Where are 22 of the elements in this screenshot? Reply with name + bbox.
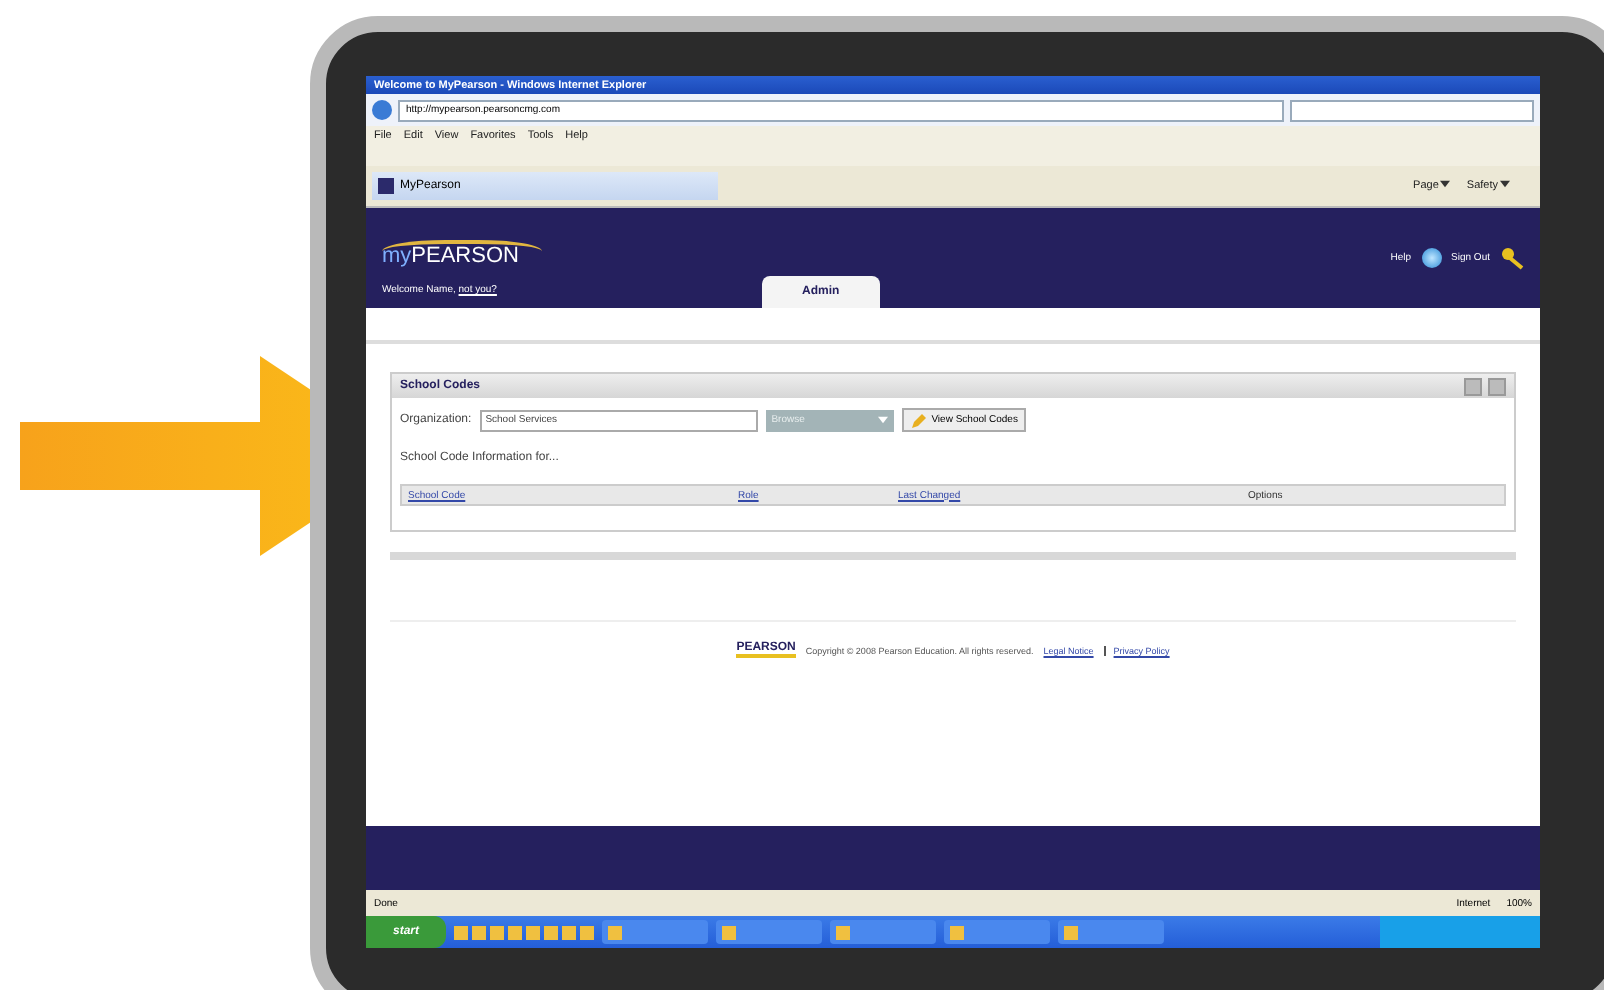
print-icon[interactable] [1488,377,1506,395]
taskbar-button[interactable] [1058,920,1164,944]
search-field[interactable] [1290,99,1534,121]
caret-icon [1500,180,1510,188]
taskbar-button[interactable] [944,920,1050,944]
pencil-icon [909,411,928,429]
back-icon[interactable] [372,100,392,120]
taskbar-button[interactable] [716,920,822,944]
window-icon [608,925,622,939]
key-icon [1500,246,1524,270]
caret-icon [1440,180,1451,188]
window-icon [950,925,964,939]
window-icon [1064,925,1078,939]
window-icon [722,925,736,939]
logo: myPEARSON [382,240,542,268]
taskbar-button[interactable] [830,920,936,944]
page-icon [378,178,394,194]
window-icon [836,925,850,939]
globe-icon [1421,248,1442,268]
taskbar-button[interactable] [602,920,708,944]
help-icon[interactable] [1464,377,1482,395]
caret-icon [877,416,888,424]
